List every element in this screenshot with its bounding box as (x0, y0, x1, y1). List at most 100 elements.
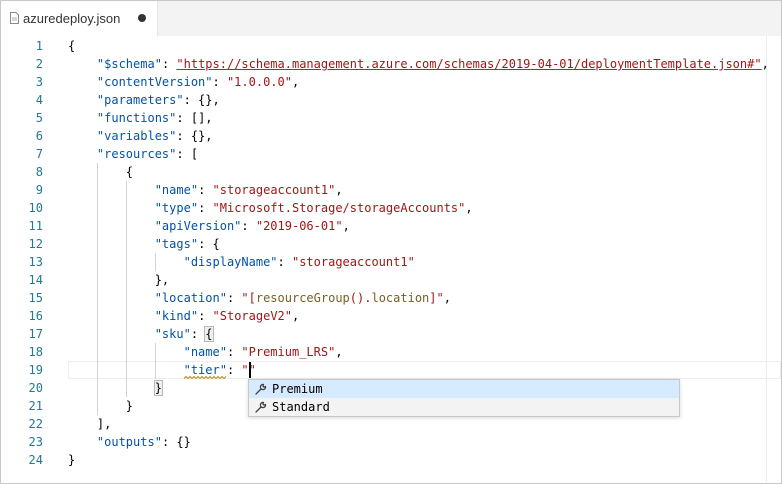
code-text: } (68, 453, 76, 467)
code-text: : (161, 57, 177, 71)
json-key: "name" (154, 183, 199, 197)
code-line[interactable]: "parameters": {}, (68, 91, 220, 109)
line-number: 9 (35, 183, 43, 197)
code-line[interactable]: "apiVersion": "2019-06-01", (68, 217, 350, 235)
json-string: "Microsoft.Storage/storageAccounts" (212, 201, 466, 215)
line-number: 2 (35, 57, 43, 71)
code-text: { (68, 165, 134, 179)
code-line[interactable]: "tier": "" (68, 361, 256, 379)
text-cursor (249, 362, 251, 378)
json-string: ]" (429, 291, 444, 305)
json-key: "variables" (96, 129, 177, 143)
code-text: }, (68, 273, 170, 287)
code-line[interactable]: "name": "storageaccount1", (68, 181, 343, 199)
suggestion-item[interactable]: Standard (249, 398, 679, 416)
code-line[interactable]: "displayName": "storageaccount1" (68, 253, 415, 271)
code-text: : (198, 183, 213, 197)
code-line[interactable]: "outputs": {} (68, 433, 191, 451)
code-line[interactable]: "location": "[resourceGroup().location]"… (68, 289, 451, 307)
json-key: "functions" (96, 111, 177, 125)
suggestion-item[interactable]: Premium (249, 380, 679, 398)
line-number: 3 (35, 75, 43, 89)
json-string: "StorageV2" (212, 309, 292, 323)
code-text: ], (68, 417, 112, 431)
function-name: resourceGroup (255, 291, 350, 305)
json-key: "sku" (154, 327, 191, 341)
code-text: , (342, 219, 350, 233)
code-line[interactable]: { (68, 37, 75, 55)
json-string: "2019-06-01" (255, 219, 343, 233)
code-line[interactable]: "kind": "StorageV2", (68, 307, 300, 325)
overview-ruler-scrollbar[interactable] (766, 36, 781, 483)
line-number: 17 (28, 327, 43, 341)
code-text: : [ (176, 147, 199, 161)
line-number-gutter: 1 2 3 4 5 6 7 8 9 10 11 12 13 14 15 16 17 18 19 20 21 22 23 24 (1, 36, 43, 483)
matched-bracket: } (153, 380, 163, 396)
code-line[interactable]: } (68, 397, 133, 415)
json-key: "location" (154, 291, 227, 305)
json-string: (). (349, 291, 372, 305)
json-key: "tier" (183, 363, 227, 377)
function-name: location (371, 291, 430, 305)
unsaved-changes-dot-icon[interactable] (138, 14, 146, 22)
code-text: : {}, (176, 129, 213, 143)
editor-window: azuredeploy.json 1 2 3 4 5 6 7 8 9 10 11 12 13 14 15 16… (0, 0, 782, 484)
code-text: : (198, 309, 213, 323)
line-number: 14 (28, 273, 43, 287)
code-line[interactable]: }, (68, 271, 169, 289)
code-line[interactable]: "$schema": "https://schema.management.az… (68, 55, 769, 73)
json-file-icon (10, 12, 19, 24)
json-string: "Premium_LRS" (241, 345, 336, 359)
json-key: "tags" (154, 237, 199, 251)
code-line[interactable]: ], (68, 415, 111, 433)
suggestion-label: Premium (272, 382, 323, 396)
code-line[interactable]: "variables": {}, (68, 127, 213, 145)
line-number: 19 (28, 363, 43, 377)
code-line[interactable]: "name": "Premium_LRS", (68, 343, 343, 361)
line-number: 13 (28, 255, 43, 269)
wrench-icon (255, 383, 267, 395)
code-line[interactable]: "resources": [ (68, 145, 198, 163)
json-key: "outputs" (96, 435, 162, 449)
code-text: : [], (176, 111, 213, 125)
code-line[interactable]: "tags": { (68, 235, 220, 253)
suggestion-widget: Premium Standard (248, 379, 680, 417)
warning-squiggle (183, 376, 226, 379)
code-text: , (465, 201, 473, 215)
code-line[interactable]: "sku": { (68, 325, 214, 343)
code-text: , (335, 183, 343, 197)
code-line[interactable]: "type": "Microsoft.Storage/storageAccoun… (68, 199, 473, 217)
suggestion-label: Standard (272, 400, 330, 414)
code-text: : (241, 219, 256, 233)
code-text: : (226, 363, 242, 377)
code-text: : {}, (183, 93, 220, 107)
code-line[interactable]: "contentVersion": "1.0.0.0", (68, 73, 299, 91)
json-string: "storageaccount1" (291, 255, 415, 269)
line-number: 23 (28, 435, 43, 449)
json-key: "contentVersion" (96, 75, 213, 89)
tab-title: azuredeploy.json (23, 11, 121, 26)
code-text: , (443, 291, 451, 305)
code-line[interactable]: } (68, 379, 163, 397)
code-line[interactable]: "functions": [], (68, 109, 213, 127)
line-number: 7 (35, 147, 43, 161)
matched-bracket: { (204, 326, 214, 342)
json-key: "apiVersion" (154, 219, 242, 233)
line-number: 16 (28, 309, 43, 323)
code-line[interactable]: { (68, 163, 133, 181)
line-number: 8 (35, 165, 43, 179)
line-number: 22 (28, 417, 43, 431)
line-number: 6 (35, 129, 43, 143)
tab-azuredeploy-json[interactable]: azuredeploy.json (1, 1, 158, 36)
code-text: : {} (161, 435, 191, 449)
code-text: : (277, 255, 292, 269)
code-line[interactable]: } (68, 451, 75, 469)
